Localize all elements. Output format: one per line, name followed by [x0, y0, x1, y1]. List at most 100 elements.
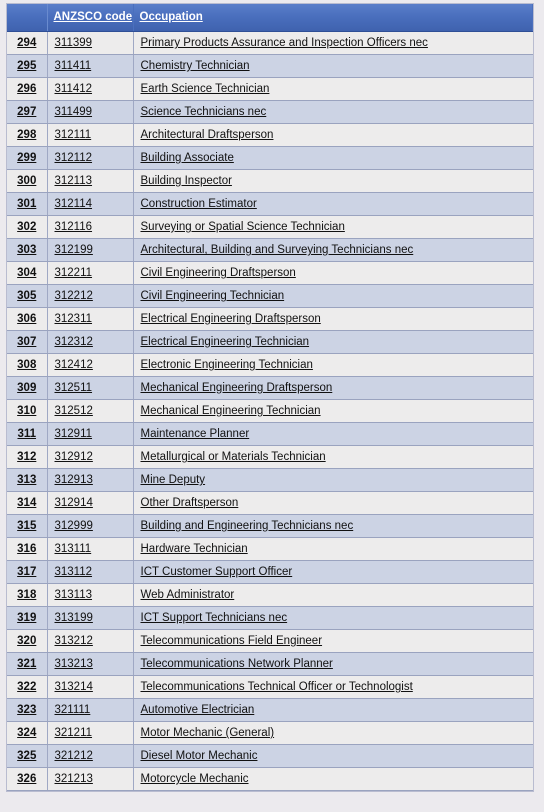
table-row[interactable]: 303 312199 Architectural, Building and Sur…	[7, 238, 533, 262]
table-row[interactable]: 319 313199 ICT Support Technicians nec	[7, 606, 533, 630]
occupation-cell[interactable]: ICT Support Technicians nec	[133, 606, 533, 630]
anzsco-code-cell[interactable]: 312913	[47, 468, 134, 492]
table-row[interactable]: 305 312212 Civil Engineering Technician	[7, 284, 533, 308]
occupation-cell[interactable]: Primary Products Assurance and Inspectio…	[133, 31, 533, 55]
table-row[interactable]: 325 321212 Diesel Motor Mechanic	[7, 744, 533, 768]
occupation-cell[interactable]: Surveying or Spatial Science Technician	[133, 215, 533, 239]
occupation-cell[interactable]: ICT Customer Support Officer	[133, 560, 533, 584]
anzsco-code-cell[interactable]: 313213	[47, 652, 134, 676]
table-row[interactable]: 294 311399 Primary Products Assurance and …	[7, 31, 533, 55]
table-row[interactable]: 298 312111 Architectural Draftsperson	[7, 123, 533, 147]
occupation-cell[interactable]: Mine Deputy	[133, 468, 533, 492]
table-row[interactable]: 309 312511 Mechanical Engineering Draftspe…	[7, 376, 533, 400]
occupation-cell[interactable]: Other Draftsperson	[133, 491, 533, 515]
anzsco-code-cell[interactable]: 312199	[47, 238, 134, 262]
table-row[interactable]: 320 313212 Telecommunications Field Engine…	[7, 629, 533, 653]
occupation-cell[interactable]: Hardware Technician	[133, 537, 533, 561]
occupation-cell[interactable]: Civil Engineering Draftsperson	[133, 261, 533, 285]
anzsco-code-cell[interactable]: 312312	[47, 330, 134, 354]
table-row[interactable]: 324 321211 Motor Mechanic (General)	[7, 721, 533, 745]
table-row[interactable]: 312 312912 Metallurgical or Materials Tech…	[7, 445, 533, 469]
occupation-cell[interactable]: Electrical Engineering Draftsperson	[133, 307, 533, 331]
table-row[interactable]: 306 312311 Electrical Engineering Draftspe…	[7, 307, 533, 331]
occupation-cell[interactable]: Architectural, Building and Surveying Te…	[133, 238, 533, 262]
occupation-cell[interactable]: Electrical Engineering Technician	[133, 330, 533, 354]
table-row[interactable]: 322 313214 Telecommunications Technical Of…	[7, 675, 533, 699]
occupation-cell[interactable]: Electronic Engineering Technician	[133, 353, 533, 377]
anzsco-code-cell[interactable]: 321213	[47, 767, 134, 791]
anzsco-code-cell[interactable]: 312999	[47, 514, 134, 538]
occupation-cell[interactable]: Telecommunications Network Planner	[133, 652, 533, 676]
occupation-cell[interactable]: Architectural Draftsperson	[133, 123, 533, 147]
table-row[interactable]: 304 312211 Civil Engineering Draftsperson	[7, 261, 533, 285]
occupation-cell[interactable]: Chemistry Technician	[133, 54, 533, 78]
occupation-cell[interactable]: Diesel Motor Mechanic	[133, 744, 533, 768]
anzsco-code-cell[interactable]: 312511	[47, 376, 134, 400]
table-row[interactable]: 326 321213 Motorcycle Mechanic	[7, 767, 533, 791]
table-row[interactable]: 299 312112 Building Associate	[7, 146, 533, 170]
table-row[interactable]: 323 321111 Automotive Electrician	[7, 698, 533, 722]
table-row[interactable]: 300 312113 Building Inspector	[7, 169, 533, 193]
occupation-cell[interactable]: Maintenance Planner	[133, 422, 533, 446]
occupation-cell[interactable]: Building Associate	[133, 146, 533, 170]
table-row[interactable]: 307 312312 Electrical Engineering Technici…	[7, 330, 533, 354]
anzsco-code-cell[interactable]: 312912	[47, 445, 134, 469]
anzsco-code-cell[interactable]: 312116	[47, 215, 134, 239]
occupation-cell[interactable]: Telecommunications Technical Officer or …	[133, 675, 533, 699]
anzsco-code-cell[interactable]: 313214	[47, 675, 134, 699]
anzsco-code-cell[interactable]: 312114	[47, 192, 134, 216]
anzsco-code-cell[interactable]: 321111	[47, 698, 134, 722]
occupation-cell[interactable]: Construction Estimator	[133, 192, 533, 216]
occupation-cell[interactable]: Mechanical Engineering Draftsperson	[133, 376, 533, 400]
column-header-index[interactable]	[7, 4, 48, 32]
column-header-occupation[interactable]: Occupation	[133, 4, 533, 32]
anzsco-code-cell[interactable]: 313111	[47, 537, 134, 561]
anzsco-code-cell[interactable]: 321211	[47, 721, 134, 745]
anzsco-code-cell[interactable]: 312112	[47, 146, 134, 170]
table-row[interactable]: 317 313112 ICT Customer Support Officer	[7, 560, 533, 584]
anzsco-code-cell[interactable]: 313113	[47, 583, 134, 607]
anzsco-code-cell[interactable]: 321212	[47, 744, 134, 768]
occupation-cell[interactable]: Motor Mechanic (General)	[133, 721, 533, 745]
anzsco-code-cell[interactable]: 312211	[47, 261, 134, 285]
occupation-cell[interactable]: Building Inspector	[133, 169, 533, 193]
anzsco-code-cell[interactable]: 312911	[47, 422, 134, 446]
anzsco-code-cell[interactable]: 311499	[47, 100, 134, 124]
table-row[interactable]: 302 312116 Surveying or Spatial Science Te…	[7, 215, 533, 239]
anzsco-code-cell[interactable]: 312113	[47, 169, 134, 193]
table-row[interactable]: 315 312999 Building and Engineering Techni…	[7, 514, 533, 538]
occupation-cell[interactable]: Mechanical Engineering Technician	[133, 399, 533, 423]
occupation-cell[interactable]: Civil Engineering Technician	[133, 284, 533, 308]
anzsco-code-cell[interactable]: 311399	[47, 31, 134, 55]
table-row[interactable]: 297 311499 Science Technicians nec	[7, 100, 533, 124]
occupation-cell[interactable]: Telecommunications Field Engineer	[133, 629, 533, 653]
occupation-cell[interactable]: Motorcycle Mechanic	[133, 767, 533, 791]
column-header-anzsco-code[interactable]: ANZSCO code	[47, 4, 134, 32]
table-row[interactable]: 311 312911 Maintenance Planner	[7, 422, 533, 446]
anzsco-code-cell[interactable]: 311411	[47, 54, 134, 78]
occupation-cell[interactable]: Science Technicians nec	[133, 100, 533, 124]
anzsco-code-cell[interactable]: 312412	[47, 353, 134, 377]
occupation-cell[interactable]: Earth Science Technician	[133, 77, 533, 101]
table-row[interactable]: 296 311412 Earth Science Technician	[7, 77, 533, 101]
anzsco-code-cell[interactable]: 313212	[47, 629, 134, 653]
table-row[interactable]: 301 312114 Construction Estimator	[7, 192, 533, 216]
anzsco-code-cell[interactable]: 312512	[47, 399, 134, 423]
anzsco-code-cell[interactable]: 311412	[47, 77, 134, 101]
anzsco-code-cell[interactable]: 312212	[47, 284, 134, 308]
occupation-cell[interactable]: Metallurgical or Materials Technician	[133, 445, 533, 469]
anzsco-code-cell[interactable]: 313112	[47, 560, 134, 584]
table-row[interactable]: 318 313113 Web Administrator	[7, 583, 533, 607]
table-row[interactable]: 308 312412 Electronic Engineering Technici…	[7, 353, 533, 377]
anzsco-code-cell[interactable]: 312914	[47, 491, 134, 515]
anzsco-code-cell[interactable]: 312111	[47, 123, 134, 147]
occupation-cell[interactable]: Building and Engineering Technicians nec	[133, 514, 533, 538]
table-row[interactable]: 313 312913 Mine Deputy	[7, 468, 533, 492]
table-row[interactable]: 310 312512 Mechanical Engineering Technici…	[7, 399, 533, 423]
anzsco-code-cell[interactable]: 313199	[47, 606, 134, 630]
anzsco-code-cell[interactable]: 312311	[47, 307, 134, 331]
occupation-cell[interactable]: Automotive Electrician	[133, 698, 533, 722]
occupation-cell[interactable]: Web Administrator	[133, 583, 533, 607]
table-row[interactable]: 295 311411 Chemistry Technician	[7, 54, 533, 78]
table-row[interactable]: 316 313111 Hardware Technician	[7, 537, 533, 561]
